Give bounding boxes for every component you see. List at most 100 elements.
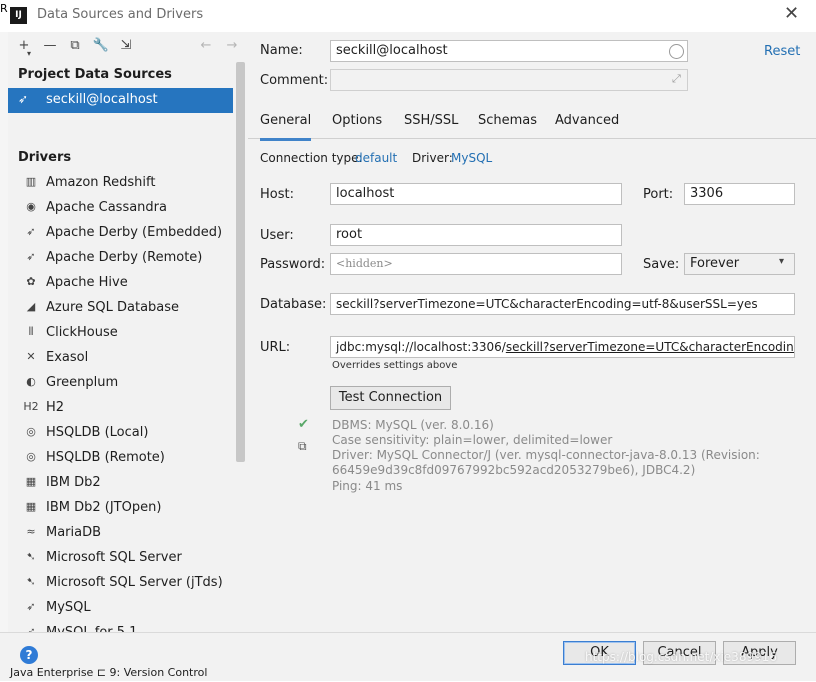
connection-type-label: Connection type: <box>260 151 363 165</box>
data-sources-pane: + ▾ — ⧉ 🔧 ⇲ ← → Project Data Sources ➶ s… <box>8 32 249 632</box>
color-circle-icon[interactable] <box>669 44 684 59</box>
host-input[interactable]: localhost <box>330 183 622 205</box>
driver-item[interactable]: ➶ Apache Derby (Embedded) <box>18 221 233 246</box>
data-source-seckill[interactable]: ➶ seckill@localhost <box>8 88 233 113</box>
close-icon[interactable]: ✕ <box>784 3 799 24</box>
left-edge <box>0 32 8 632</box>
exasol-icon: ✕ <box>26 350 36 363</box>
driver-label: Apache Derby (Embedded) <box>46 225 223 240</box>
remove-icon[interactable]: — <box>40 37 60 55</box>
tab-ssh-ssl[interactable]: SSH/SSL <box>404 113 458 138</box>
driver-label: Exasol <box>46 350 89 365</box>
tab-schemas[interactable]: Schemas <box>478 113 537 138</box>
driver-item[interactable]: ➷ Microsoft SQL Server (jTds) <box>18 571 233 596</box>
driver-label: Amazon Redshift <box>46 175 156 190</box>
driver-item[interactable]: ➶ Apache Derby (Remote) <box>18 246 233 271</box>
driver-item[interactable]: ➷ Microsoft SQL Server <box>18 546 233 571</box>
driver-link[interactable]: MySQL <box>451 151 492 165</box>
add-dropdown-icon[interactable]: ▾ <box>25 45 33 63</box>
drivers-header: Drivers <box>18 150 72 165</box>
driver-label: Microsoft SQL Server (jTds) <box>46 575 223 590</box>
port-input[interactable]: 3306 <box>684 183 795 205</box>
wrench-icon[interactable]: 🔧 <box>91 37 111 55</box>
driver-label: IBM Db2 <box>46 475 101 490</box>
ibm-db2-icon: ▦ <box>25 475 37 488</box>
result-driver: Driver: MySQL Connector/J (ver. mysql-co… <box>332 448 760 462</box>
redshift-icon: ▥ <box>25 175 37 188</box>
intellij-logo-icon: IJ <box>10 7 27 24</box>
cassandra-eye-icon: ◉ <box>26 200 36 213</box>
greenplum-icon: ◐ <box>26 375 36 388</box>
user-label: User: <box>260 228 294 243</box>
driver-label: MySQL <box>46 600 91 615</box>
driver-label: MariaDB <box>46 525 102 540</box>
data-source-settings: Name: seckill@localhost Reset Comment: ⤢… <box>248 32 816 632</box>
password-label: Password: <box>260 257 326 272</box>
driver-item[interactable]: ≈ MariaDB <box>18 521 233 546</box>
save-select-value: Forever <box>690 256 740 271</box>
result-case-sensitivity: Case sensitivity: plain=lower, delimited… <box>332 433 613 447</box>
tab-general[interactable]: General <box>260 113 312 141</box>
connection-type-link[interactable]: default <box>355 151 397 165</box>
driver-item[interactable]: ✕ Exasol <box>18 346 233 371</box>
checkmark-icon: ✔ <box>298 417 309 432</box>
derby-icon: ➶ <box>26 250 36 263</box>
hsqldb-icon: ◎ <box>26 425 36 438</box>
driver-label: IBM Db2 (JTOpen) <box>46 500 162 515</box>
help-icon[interactable]: ? <box>20 646 38 664</box>
driver-item[interactable]: ◢ Azure SQL Database <box>18 296 233 321</box>
ibm-db2-icon: ▦ <box>25 500 37 513</box>
overrides-note: Overrides settings above <box>332 360 458 371</box>
comment-input[interactable] <box>330 69 688 91</box>
expand-icon[interactable]: ⤢ <box>672 72 681 86</box>
mysql-dolphin-icon: ➶ <box>26 625 36 632</box>
user-input[interactable]: root <box>330 224 622 246</box>
title-bar: IJ Data Sources and Drivers ✕ <box>0 0 816 33</box>
save-label: Save: <box>643 257 680 272</box>
driver-label: Greenplum <box>46 375 119 390</box>
import-icon[interactable]: ⇲ <box>116 37 136 55</box>
driver-item[interactable]: ▦ IBM Db2 (JTOpen) <box>18 496 233 521</box>
project-data-sources-header: Project Data Sources <box>18 67 172 82</box>
result-driver-revision: 66459e9d39c8fd09767992bc592acd2053279be6… <box>332 463 696 477</box>
driver-item[interactable]: ◎ HSQLDB (Remote) <box>18 446 233 471</box>
comment-label: Comment: <box>260 73 329 88</box>
driver-item[interactable]: ➶ MySQL <box>18 596 233 621</box>
host-label: Host: <box>260 187 294 202</box>
mssql-icon: ➷ <box>26 575 36 588</box>
driver-label: HSQLDB (Local) <box>46 425 149 440</box>
forward-arrow-icon[interactable]: → <box>222 37 242 55</box>
scrollbar-thumb[interactable] <box>236 62 245 462</box>
driver-label: Driver: <box>412 151 453 165</box>
reset-link[interactable]: Reset <box>764 44 800 59</box>
url-input[interactable]: jdbc:mysql://localhost:3306/seckill?serv… <box>330 336 795 358</box>
url-database-part: seckill?serverTimezone=UTC&characterEnco… <box>505 340 795 354</box>
back-arrow-icon[interactable]: ← <box>196 37 216 55</box>
driver-label: ClickHouse <box>46 325 118 340</box>
name-input[interactable]: seckill@localhost <box>330 40 688 62</box>
tab-advanced[interactable]: Advanced <box>555 113 619 138</box>
mysql-dolphin-icon: ➶ <box>18 92 29 106</box>
driver-item[interactable]: ◉ Apache Cassandra <box>18 196 233 221</box>
driver-label: Apache Hive <box>46 275 128 290</box>
azure-icon: ◢ <box>26 300 36 313</box>
copy-result-icon[interactable]: ⧉ <box>298 439 307 454</box>
driver-item[interactable]: ▦ IBM Db2 <box>18 471 233 496</box>
background-fragment: R <box>0 2 8 15</box>
driver-item[interactable]: ◐ Greenplum <box>18 371 233 396</box>
result-ping: Ping: 41 ms <box>332 479 403 493</box>
derby-icon: ➶ <box>26 225 36 238</box>
tab-options[interactable]: Options <box>332 113 382 138</box>
driver-item[interactable]: ✿ Apache Hive <box>18 271 233 296</box>
copy-icon[interactable]: ⧉ <box>65 37 85 55</box>
tabs-divider <box>248 138 816 139</box>
database-input[interactable]: seckill?serverTimezone=UTC&characterEnco… <box>330 293 795 315</box>
driver-label: Azure SQL Database <box>46 300 180 315</box>
password-input[interactable]: <hidden> <box>330 253 622 275</box>
driver-item[interactable]: ◎ HSQLDB (Local) <box>18 421 233 446</box>
driver-item[interactable]: ➶ MySQL for 5.1 <box>18 621 233 632</box>
driver-item[interactable]: ▥ Amazon Redshift <box>18 171 233 196</box>
driver-item[interactable]: H2 H2 <box>18 396 233 421</box>
driver-item[interactable]: ⦀ ClickHouse <box>18 321 233 346</box>
test-connection-button[interactable]: Test Connection <box>330 386 451 410</box>
